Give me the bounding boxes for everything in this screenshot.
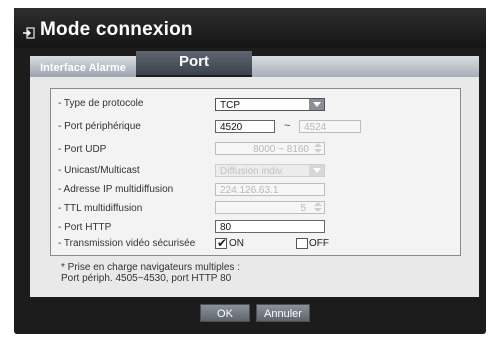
unicast-dropdown: Diffusion indiv. <box>215 164 325 177</box>
screen: Mode connexion Interface Alarme Port - T… <box>0 0 504 342</box>
unicast-label: - Unicast/Multicast <box>58 165 140 176</box>
tab-port[interactable]: Port <box>136 51 252 75</box>
cancel-button[interactable]: Annuler <box>256 304 310 322</box>
protocol-label: - Type de protocole <box>58 98 144 109</box>
secure-video-off-label: OFF <box>309 238 329 249</box>
protocol-value: TCP <box>220 100 240 111</box>
up-down-arrow-icon <box>312 202 324 213</box>
ttl-label: - TTL multidiffusion <box>58 203 143 214</box>
check-icon: ✔ <box>217 236 228 250</box>
unicast-value: Diffusion indiv. <box>220 166 285 177</box>
tab-empty <box>252 56 479 77</box>
multicast-ip-input: 224.126.63.1 <box>215 183 325 196</box>
secure-video-on-checkbox[interactable]: ✔ <box>215 236 228 250</box>
dialog-footer <box>30 297 479 327</box>
ttl-input: 5 <box>215 201 325 214</box>
device-port-end: 4524 <box>299 120 361 133</box>
http-port-label: - Port HTTP <box>58 222 112 233</box>
secure-video-label: - Transmission vidéo sécurisée <box>58 238 196 249</box>
enter-arrow-icon <box>23 27 35 39</box>
device-port-input[interactable]: 4520 <box>215 120 275 133</box>
multi-browser-ports: Port périph. 4505~4530, port HTTP 80 <box>61 273 232 284</box>
http-port-input[interactable]: 80 <box>215 220 325 233</box>
triangle-down-icon <box>309 99 324 110</box>
tab-interface-alarme[interactable]: Interface Alarme <box>30 56 136 77</box>
range-separator: ~ <box>284 120 291 132</box>
multicast-ip-label: - Adresse IP multidiffusion <box>58 184 174 195</box>
tab-bar: Interface Alarme Port <box>30 51 479 77</box>
udp-port-input: 8000 ~ 8160 <box>215 142 325 155</box>
ok-button[interactable]: OK <box>200 304 250 322</box>
up-down-arrow-icon <box>312 143 324 154</box>
device-port-label: - Port périphérique <box>58 121 141 132</box>
secure-video-off-checkbox[interactable] <box>296 238 308 249</box>
secure-video-on-label: ON <box>229 238 244 249</box>
protocol-dropdown[interactable]: TCP <box>215 98 325 111</box>
triangle-down-icon <box>309 165 324 176</box>
multi-browser-note: * Prise en charge navigateurs multiples … <box>61 262 240 273</box>
udp-port-label: - Port UDP <box>58 144 107 155</box>
dialog-title: Mode connexion <box>40 19 193 40</box>
